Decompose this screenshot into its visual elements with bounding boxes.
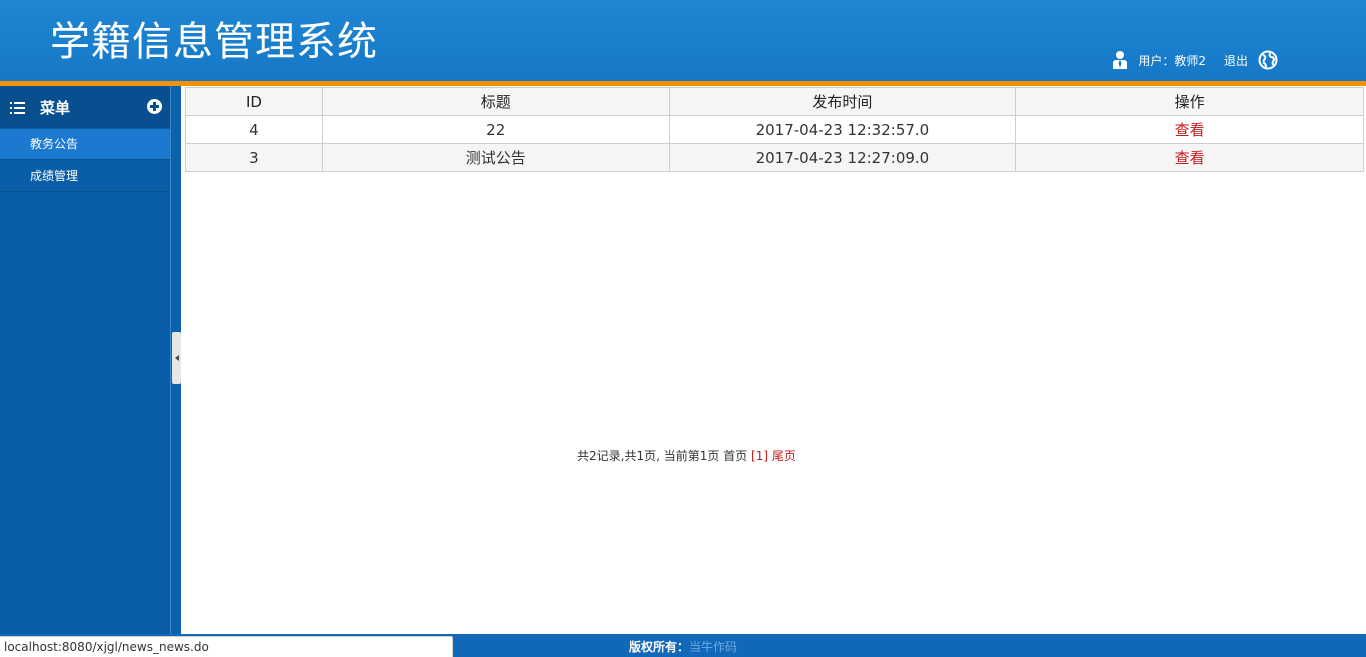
main-content: ID 标题 发布时间 操作 4 22 2017-04-23 12:32:57.0… — [185, 87, 1364, 172]
cell-title: 测试公告 — [321, 143, 670, 172]
cell-action: 查看 — [1015, 143, 1364, 172]
footer-text: 版权所有：当牛作码 — [629, 638, 737, 655]
menu-header[interactable]: 菜单 — [0, 86, 170, 128]
pager-current-page[interactable]: [1] — [751, 449, 768, 463]
cell-title: 22 — [321, 115, 670, 144]
plus-circle-icon[interactable] — [147, 99, 162, 114]
pager-first-link[interactable]: 首页 — [723, 449, 747, 463]
logout-link[interactable]: 退出 — [1224, 52, 1248, 69]
sidebar-item-announcements[interactable]: 教务公告 — [0, 129, 170, 160]
app-title: 学籍信息管理系统 — [50, 19, 378, 65]
sidebar: 菜单 教务公告 成绩管理 — [0, 86, 170, 634]
sidebar-item-grades[interactable]: 成绩管理 — [0, 161, 170, 192]
view-link[interactable]: 查看 — [1175, 149, 1205, 167]
pagination: 共2记录,共1页, 当前第1页 首页 [1] 尾页 — [577, 447, 796, 464]
cell-action: 查看 — [1015, 115, 1364, 144]
column-header-time: 发布时间 — [668, 87, 1017, 116]
copyright-author: 当牛作码 — [689, 640, 738, 654]
pager-summary: 共2记录,共1页, 当前第1页 — [577, 449, 720, 463]
news-table: ID 标题 发布时间 操作 4 22 2017-04-23 12:32:57.0… — [185, 87, 1364, 172]
table-header-row: ID 标题 发布时间 操作 — [185, 87, 1364, 116]
collapse-arrow-icon[interactable] — [172, 332, 181, 384]
cell-time: 2017-04-23 12:32:57.0 — [668, 115, 1017, 144]
cell-id: 4 — [185, 115, 323, 144]
copyright-label: 版权所有： — [629, 640, 690, 654]
status-bar-url: localhost:8080/xjgl/news_news.do — [0, 636, 453, 657]
column-header-action: 操作 — [1015, 87, 1364, 116]
menu-title: 菜单 — [40, 98, 71, 117]
app-header: 学籍信息管理系统 用户：教师2 退出 — [0, 0, 1366, 81]
cell-id: 3 — [185, 143, 323, 172]
cell-time: 2017-04-23 12:27:09.0 — [668, 143, 1017, 172]
column-header-id: ID — [185, 87, 323, 116]
user-icon — [1112, 50, 1128, 70]
table-row: 3 测试公告 2017-04-23 12:27:09.0 查看 — [185, 143, 1364, 172]
user-label: 用户：教师2 — [1138, 53, 1206, 68]
pager-last-link[interactable]: 尾页 — [772, 449, 796, 463]
sidebar-splitter[interactable] — [170, 86, 181, 634]
table-row: 4 22 2017-04-23 12:32:57.0 查看 — [185, 115, 1364, 144]
list-icon — [10, 100, 26, 114]
user-area: 用户：教师2 退出 — [1112, 49, 1278, 71]
column-header-title: 标题 — [321, 87, 670, 116]
header-accent-bar — [0, 81, 1366, 86]
globe-icon[interactable] — [1258, 50, 1278, 70]
view-link[interactable]: 查看 — [1175, 121, 1205, 139]
